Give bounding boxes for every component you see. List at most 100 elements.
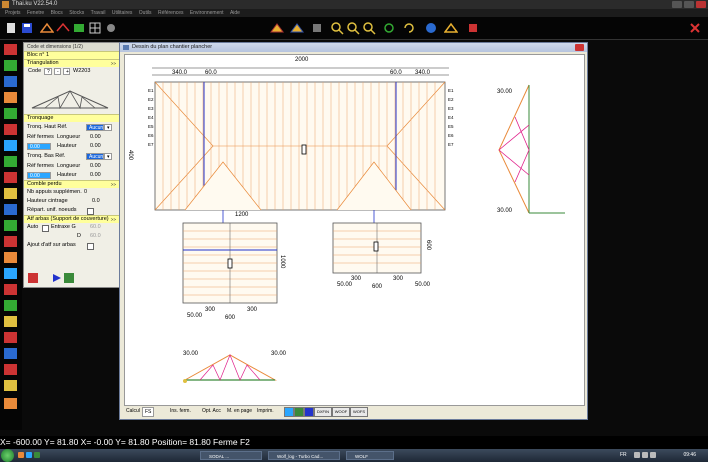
exit-icon[interactable]	[688, 21, 702, 35]
calcul-select[interactable]: FS	[142, 407, 155, 417]
hauteur-cintrage-value[interactable]: 0.0	[92, 198, 100, 204]
grid-icon[interactable]	[88, 21, 102, 35]
ferme-label[interactable]: E2	[448, 95, 454, 104]
tool-icon[interactable]	[4, 300, 17, 311]
truss-icon[interactable]	[40, 21, 54, 35]
calc-icon[interactable]	[28, 273, 38, 283]
tool-icon[interactable]	[4, 380, 17, 391]
menu-item[interactable]: Références	[158, 9, 184, 17]
wofs-button[interactable]: WOFS	[350, 407, 368, 417]
close-icon[interactable]	[575, 44, 584, 51]
close-icon[interactable]	[696, 1, 706, 8]
comble-section[interactable]: Comble perdu >>	[24, 180, 119, 188]
auto-checkbox[interactable]	[42, 225, 49, 232]
ferme-label[interactable]: E5	[148, 122, 154, 131]
quicklaunch-icon[interactable]	[26, 452, 32, 458]
nb-appuis-value[interactable]: 0	[84, 189, 87, 195]
tool-icon[interactable]	[4, 124, 17, 135]
ferme-label[interactable]: E1	[448, 86, 454, 95]
collapse-icon[interactable]: >>	[111, 60, 116, 67]
quicklaunch-icon[interactable]	[18, 452, 24, 458]
tool-icon[interactable]	[4, 252, 17, 263]
ferme-label[interactable]: E4	[148, 113, 154, 122]
tool-icon[interactable]	[4, 236, 17, 247]
dxfin-button[interactable]: DXFIN	[314, 407, 332, 417]
ajout-checkbox[interactable]	[87, 243, 94, 250]
tool-icon[interactable]	[4, 108, 17, 119]
layers-icon[interactable]	[72, 21, 86, 35]
view-2-icon[interactable]	[294, 407, 304, 417]
menu-item[interactable]: Outils	[139, 9, 152, 17]
ferme-label[interactable]: E6	[448, 131, 454, 140]
tray-icon[interactable]	[650, 452, 656, 458]
code-next-button[interactable]: +	[63, 68, 70, 75]
tool-icon[interactable]	[4, 284, 17, 295]
zoom-in-icon[interactable]	[330, 21, 344, 35]
ferme-label[interactable]: E3	[448, 104, 454, 113]
ferme-label[interactable]: E4	[448, 113, 454, 122]
tronq-bas-select[interactable]: Aucun	[86, 153, 104, 160]
frame-icon[interactable]	[444, 21, 458, 35]
tool-icon[interactable]	[4, 364, 17, 375]
tool-icon[interactable]	[4, 204, 17, 215]
collapse-icon[interactable]: >>	[111, 181, 116, 188]
drawing-canvas[interactable]: 2000 340.0 60.0 60.0 340.0 400 1200 1000…	[124, 54, 585, 406]
entraxe-value[interactable]: 60.0	[90, 224, 101, 230]
woof-button[interactable]: WOOF	[332, 407, 350, 417]
tool-icon[interactable]	[4, 188, 17, 199]
truss-view-2-icon[interactable]	[290, 21, 304, 35]
clock[interactable]: 09:46	[683, 449, 696, 462]
bas-ref-input[interactable]: 0.00	[27, 172, 51, 179]
truss-view-icon[interactable]	[270, 21, 284, 35]
haut-ref-input[interactable]: 0.00	[27, 143, 51, 150]
tool-icon[interactable]	[4, 92, 17, 103]
code-prev-button[interactable]: -	[54, 68, 61, 75]
menu-item[interactable]: Aide	[230, 9, 240, 17]
new-file-icon[interactable]	[4, 21, 18, 35]
tool-icon[interactable]	[4, 76, 17, 87]
validate-icon[interactable]	[64, 273, 74, 283]
view-3-icon[interactable]	[304, 407, 314, 417]
opt-acc-button[interactable]: Opt. Acc	[202, 405, 221, 417]
maximize-icon[interactable]	[684, 1, 694, 8]
ferme-label[interactable]: E3	[148, 104, 154, 113]
mise-en-page-button[interactable]: M. en page	[227, 405, 252, 417]
tool-icon[interactable]	[4, 268, 17, 279]
taskbar-item[interactable]: Wolf_log - Turbo Cad...	[268, 451, 340, 460]
ins-ferm-button[interactable]: Ins. ferm.	[170, 405, 191, 417]
ferme-label[interactable]: E1	[148, 86, 154, 95]
atf-section[interactable]: Atf arbas (Support de couverture) >>	[24, 215, 119, 223]
tray-icon[interactable]	[634, 452, 640, 458]
save-icon[interactable]	[20, 21, 34, 35]
settings-icon[interactable]	[104, 21, 118, 35]
zoom-fit-icon[interactable]	[362, 21, 376, 35]
ferme-label[interactable]: E5	[448, 122, 454, 131]
menu-item[interactable]: Travail	[91, 9, 106, 17]
code-help-button[interactable]: ?	[44, 68, 52, 75]
tool-icon[interactable]	[4, 316, 17, 327]
collapse-icon[interactable]: >>	[111, 216, 116, 223]
ferme-label[interactable]: E7	[448, 140, 454, 149]
rotate-icon[interactable]	[402, 21, 416, 35]
tool-icon[interactable]	[4, 140, 17, 151]
tool-icon[interactable]	[4, 156, 17, 167]
menu-item[interactable]: Utilitaires	[112, 9, 133, 17]
ferme-label[interactable]: E6	[148, 131, 154, 140]
play-icon[interactable]	[52, 273, 62, 283]
taskbar-item[interactable]: SODAL ...	[200, 451, 262, 460]
menu-item[interactable]: Blocs	[51, 9, 63, 17]
start-button[interactable]	[1, 449, 14, 462]
tool-icon[interactable]	[4, 398, 17, 409]
menu-item[interactable]: Fenetre	[27, 9, 44, 17]
menu-item[interactable]: Stocks	[69, 9, 84, 17]
tool-icon[interactable]	[4, 44, 17, 55]
repart-checkbox[interactable]	[87, 208, 94, 215]
triangulation-section[interactable]: Triangulation >>	[24, 59, 119, 67]
zoom-out-icon[interactable]	[346, 21, 360, 35]
menu-item[interactable]: Environnement	[190, 9, 224, 17]
ferme-label[interactable]: E2	[148, 95, 154, 104]
roof-icon[interactable]	[56, 21, 70, 35]
taskbar-item[interactable]: WOLF	[346, 451, 394, 460]
d-value[interactable]: 60.0	[90, 233, 101, 239]
tools-icon[interactable]	[310, 21, 324, 35]
